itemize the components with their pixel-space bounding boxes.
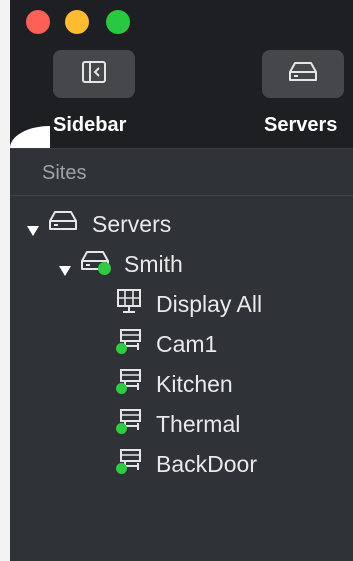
tree-item-thermal[interactable]: Thermal — [116, 407, 240, 441]
sidebar-toggle-icon — [82, 60, 106, 88]
tree-item-label: Display All — [156, 290, 263, 317]
disclosure-triangle-icon[interactable] — [58, 257, 72, 276]
camera-node-icon — [116, 448, 142, 480]
server-icon — [48, 210, 78, 238]
online-status-dot — [116, 463, 127, 474]
sidebar: Sites Servers Smith Display All Cam1 Kit… — [10, 148, 353, 561]
online-status-dot — [116, 383, 127, 394]
server-icon — [288, 61, 318, 88]
servers-button-label: Servers — [264, 114, 338, 136]
tree-item-smith[interactable]: Smith — [58, 247, 183, 281]
close-window-button[interactable] — [26, 10, 50, 34]
tree-item-label: Servers — [92, 210, 172, 237]
tree-item-display-all[interactable]: Display All — [116, 287, 262, 321]
tree-item-label: Thermal — [156, 410, 241, 437]
toolbar-selection-notch — [10, 126, 50, 150]
tree-item-label: Smith — [124, 250, 183, 277]
tree-item-kitchen[interactable]: Kitchen — [116, 367, 233, 401]
zoom-window-button[interactable] — [106, 10, 130, 34]
minimize-window-button[interactable] — [65, 10, 89, 34]
tree-item-servers[interactable]: Servers — [26, 207, 171, 241]
camera-node-icon — [116, 328, 142, 360]
sidebar-button-label: Sidebar — [53, 114, 127, 136]
camera-node-icon — [116, 408, 142, 440]
titlebar: Sidebar Servers — [10, 0, 353, 150]
sites-header: Sites — [10, 149, 353, 196]
tree-item-label: BackDoor — [156, 450, 257, 477]
disclosure-triangle-icon[interactable] — [26, 217, 40, 236]
tree-item-backdoor[interactable]: BackDoor — [116, 447, 257, 481]
sites-header-label: Sites — [42, 162, 87, 184]
servers-button[interactable] — [262, 50, 344, 98]
display-grid-icon — [116, 288, 142, 320]
tree-item-label: Kitchen — [156, 370, 233, 397]
camera-node-icon — [116, 368, 142, 400]
server-online-icon — [80, 250, 111, 278]
app-window: Sidebar Servers Sites Servers Smith Disp… — [10, 0, 353, 561]
online-status-dot — [116, 343, 127, 354]
tree-item-label: Cam1 — [156, 330, 218, 357]
sidebar-toggle-button[interactable] — [53, 50, 135, 98]
online-status-dot — [98, 262, 111, 275]
online-status-dot — [116, 423, 127, 434]
tree-item-cam1[interactable]: Cam1 — [116, 327, 217, 361]
